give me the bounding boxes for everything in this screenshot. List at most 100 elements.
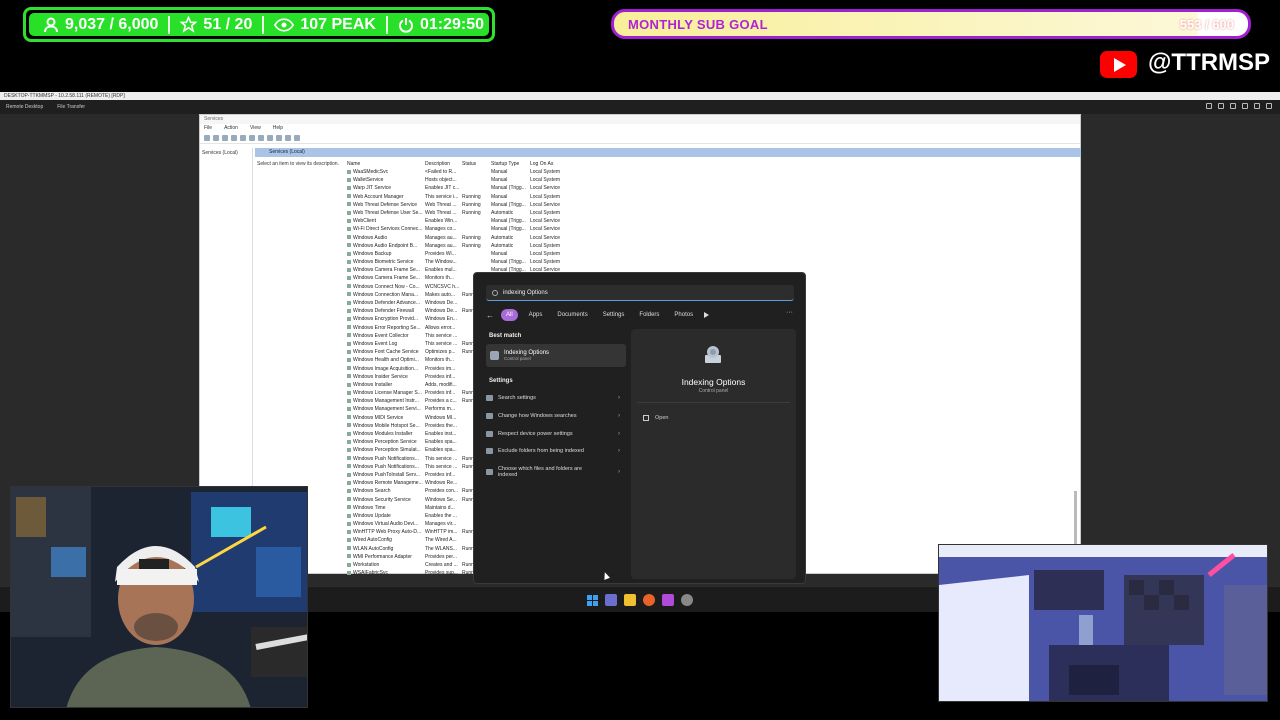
gear-icon [347,259,351,264]
service-name-text: Windows Camera Frame Se... [353,275,420,282]
service-name-text: Windows Installer [353,381,393,388]
service-description-text: Provides im... [425,365,456,372]
table-row[interactable]: Web Threat Defense User Se... Web Threat … [347,209,570,217]
service-log-on-as-text: Local Service [530,185,561,192]
divider [168,15,171,34]
stars-count: 51 / 20 [203,15,253,33]
settings-item[interactable]: Choose which files and folders are index… [486,466,620,478]
gear-icon[interactable] [681,594,693,606]
open-action[interactable]: Open [643,415,668,421]
table-row[interactable]: WalletService Hosts object... Manual Local … [347,176,570,184]
service-log-on-as-text: Local System [530,242,561,249]
column-startup-type[interactable]: Startup Type [491,160,530,168]
table-row[interactable]: Wi-Fi Direct Services Connec... Manages c… [347,225,570,233]
filter-apps[interactable]: Apps [525,309,547,321]
table-row[interactable]: Web Account Manager This service i... Runn… [347,193,570,201]
service-startup-type-text: Manual (Trigg... [491,185,526,192]
menu-action[interactable]: Action [224,124,238,133]
tab-remote-desktop[interactable]: Remote Desktop [6,104,43,110]
settings-icon[interactable] [1206,103,1212,109]
settings-item[interactable]: Exclude folders from being indexed › [486,448,626,454]
service-description-text: Provides the... [425,422,457,429]
scrollbar[interactable] [1074,491,1077,546]
service-name: Windows Update [347,512,425,520]
table-row[interactable]: WaaSMedicSvc <Failed to R... Manual Local S… [347,168,570,176]
column-log-on-as[interactable]: Log On As [530,160,570,168]
table-row[interactable]: Windows Audio Endpoint B... Manages au...… [347,242,570,250]
fullscreen-icon[interactable] [1254,103,1260,109]
firefox-icon[interactable] [643,594,655,606]
tree-item-services-local[interactable]: Services (Local) [202,150,238,156]
start-service-icon[interactable] [267,135,273,141]
service-description: Optimizes p... [425,348,462,356]
service-name-text: Windows Time [353,504,386,511]
preview-title: Indexing Options [681,377,746,387]
keyboard-icon[interactable] [1230,103,1236,109]
start-button-icon[interactable] [586,594,598,606]
service-name: Windows Perception Simulat... [347,446,425,454]
service-name: WMI Performance Adapter [347,553,425,561]
service-startup-type: Manual (Trigg... [491,201,530,209]
tab-file-transfer[interactable]: File Transfer [57,104,85,110]
service-description-text: Provides inf... [425,390,456,397]
filter-all[interactable]: All [501,309,518,321]
service-description-text: This service ... [425,463,458,470]
properties-icon[interactable] [231,135,237,141]
service-name-text: Web Account Manager [353,193,404,200]
stop-service-icon[interactable] [276,135,282,141]
file-explorer-icon[interactable] [624,594,636,606]
help-icon[interactable] [258,135,264,141]
settings-item[interactable]: Respect device power settings › [486,431,626,437]
service-name-text: Wired AutoConfig [353,537,392,544]
refresh-icon[interactable] [240,135,246,141]
table-row[interactable]: Web Threat Defense Service Web Threat ...… [347,201,570,209]
back-icon[interactable] [204,135,210,141]
table-row[interactable]: Windows Audio Manages au... Running Automat… [347,234,570,242]
monitor-icon[interactable] [1242,103,1248,109]
settings-item[interactable]: Search settings › [486,395,626,401]
service-description: <Failed to R... [425,168,462,176]
menu-file[interactable]: File [204,124,212,133]
pause-service-icon[interactable] [285,135,291,141]
best-match-label: Best match [489,333,522,339]
remote-desktop-toolbar: Remote Desktop File Transfer [0,100,1280,114]
app-icon[interactable] [662,594,674,606]
table-row[interactable]: WebClient Enables Win... Manual (Trigg... L… [347,217,570,225]
best-match-result[interactable]: Indexing Options Control panel [486,344,626,367]
service-name: Windows Management Servi... [347,405,425,413]
export-icon[interactable] [249,135,255,141]
service-log-on-as-text: Local Service [530,226,561,233]
table-row[interactable]: Windows Biometric Service The Window... Ma… [347,258,570,266]
gear-icon [347,300,351,305]
service-name-text: WaaSMedicSvc [353,169,389,175]
filter-documents[interactable]: Documents [553,309,591,321]
column-description[interactable]: Description [425,160,462,168]
service-name: WebClient [347,217,425,225]
close-icon[interactable] [1266,103,1272,109]
more-filters-icon[interactable] [704,312,710,318]
menu-bar: File Action View Help [200,124,1080,133]
search-input[interactable]: indexing Options [486,285,794,301]
forward-icon[interactable] [213,135,219,141]
teams-icon[interactable] [605,594,617,606]
table-row[interactable]: Warp JIT Service Enables JIT c... Manual (… [347,184,570,192]
service-name-text: WSAIFabricSvc [353,570,389,577]
table-row[interactable]: Windows Backup Provides Wi... Manual Local … [347,250,570,258]
gear-icon [347,480,351,485]
gear-icon [347,169,351,174]
indexing-options-icon [490,351,499,360]
filter-folders[interactable]: Folders [635,309,663,321]
gear-icon [347,562,351,567]
clipboard-icon[interactable] [1218,103,1224,109]
back-arrow-icon[interactable]: ← [486,311,494,320]
column-status[interactable]: Status [462,160,491,168]
filter-settings[interactable]: Settings [599,309,629,321]
console-tree-icon[interactable] [222,135,228,141]
filter-photos[interactable]: Photos [670,309,697,321]
restart-service-icon[interactable] [294,135,300,141]
column-name[interactable]: Name [347,160,425,168]
more-options-icon[interactable]: ··· [786,309,793,316]
menu-view[interactable]: View [250,124,261,133]
menu-help[interactable]: Help [273,124,283,133]
settings-item[interactable]: Change how Windows searches › [486,413,626,419]
